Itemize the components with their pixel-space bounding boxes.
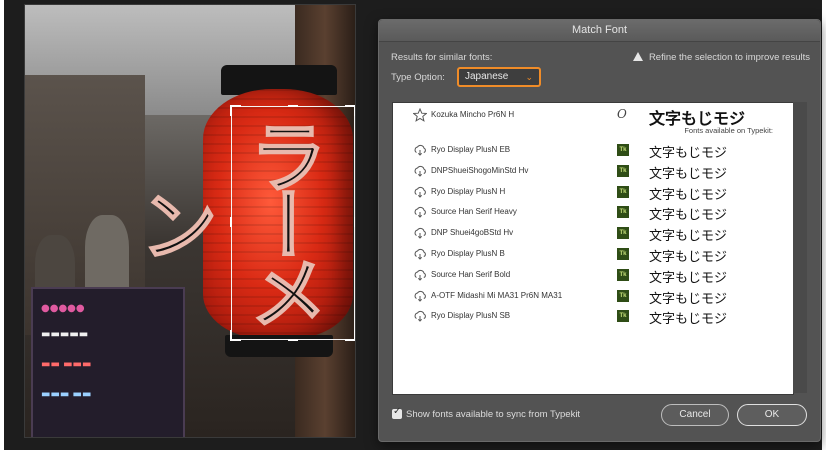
font-row-typekit[interactable]: Ryo Display PlusN H Tk 文字もじモジ <box>393 183 793 203</box>
type-option-value: Japanese <box>465 71 509 82</box>
selection-handle[interactable] <box>230 105 241 116</box>
selection-handle[interactable] <box>345 330 355 341</box>
cloud-sync-icon[interactable] <box>413 268 427 282</box>
cloud-sync-icon[interactable] <box>413 309 427 323</box>
font-name: Ryo Display PlusN H <box>431 186 506 196</box>
font-name: A-OTF Midashi Mi MA31 Pr6N MA31 <box>431 290 563 300</box>
selection-handle[interactable] <box>345 105 355 116</box>
font-name: Source Han Serif Bold <box>431 269 511 279</box>
typekit-badge-icon: Tk <box>617 248 629 260</box>
font-name: Ryo Display PlusN B <box>431 249 505 258</box>
font-name: DNP Shuei4goBStd Hv <box>431 228 514 238</box>
font-name: Ryo Display PlusN SB <box>431 311 511 321</box>
cloud-sync-icon[interactable] <box>413 226 427 240</box>
font-preview: 文字もじモジ <box>649 270 728 286</box>
font-preview: 文字もじモジ <box>649 250 728 265</box>
selection-handle[interactable] <box>230 217 232 227</box>
font-row-typekit[interactable]: Source Han Serif Bold Tk 文字もじモジ <box>393 266 793 286</box>
canvas-photo[interactable]: ●●●●● ▬▬▬▬▬ ▬▬ ▬▬▬ ▬▬▬ ▬▬ ラーメン <box>24 4 356 438</box>
font-name: DNPShueiShogoMinStd Hv <box>431 165 529 175</box>
star-icon[interactable] <box>413 108 427 122</box>
font-name: Source Han Serif Heavy <box>431 207 517 217</box>
typekit-badge-icon: Tk <box>617 289 629 302</box>
cloud-sync-icon[interactable] <box>413 205 427 219</box>
type-option-label: Type Option: <box>391 72 445 83</box>
font-preview: 文字もじモジ <box>649 166 728 182</box>
font-results-list[interactable]: Kozuka Mincho Pr6N H O 文字もじモジ Fonts avai… <box>392 102 794 395</box>
font-row-typekit[interactable]: Ryo Display PlusN B Tk 文字もじモジ <box>393 245 793 265</box>
text-selection-box[interactable] <box>230 105 355 341</box>
show-typekit-label: Show fonts available to sync from Typeki… <box>406 409 581 420</box>
font-preview: 文字もじモジ <box>649 208 728 224</box>
typekit-badge-icon: Tk <box>617 227 629 240</box>
chevron-down-icon: ⌄ <box>525 72 533 82</box>
type-option-select[interactable]: Japanese ⌄ <box>457 67 541 87</box>
cloud-sync-icon[interactable] <box>413 185 427 199</box>
font-preview: 文字もじモジ <box>649 146 728 161</box>
typekit-badge-icon: Tk <box>617 268 629 281</box>
font-preview: 文字もじモジ <box>649 187 728 203</box>
list-scroll-track[interactable] <box>793 102 807 393</box>
photo-signboard: ●●●●● ▬▬▬▬▬ ▬▬ ▬▬▬ ▬▬▬ ▬▬ <box>31 287 185 437</box>
font-name: Kozuka Mincho Pr6N H <box>431 110 515 119</box>
ok-button[interactable]: OK <box>737 404 807 426</box>
dialog-title: Match Font <box>379 20 820 42</box>
selection-handle[interactable] <box>288 339 298 341</box>
font-preview: 文字もじモジ <box>649 312 728 328</box>
opentype-icon: O <box>617 107 627 121</box>
font-row-typekit[interactable]: Ryo Display PlusN SB Tk 文字もじモジ <box>393 307 793 327</box>
typekit-header: Fonts available on Typekit: <box>684 126 773 135</box>
show-typekit-checkbox[interactable] <box>392 406 402 419</box>
font-row-typekit[interactable]: DNP Shuei4goBStd Hv Tk 文字もじモジ <box>393 224 793 244</box>
selection-handle[interactable] <box>354 217 355 227</box>
typekit-badge-icon: Tk <box>617 164 629 177</box>
font-preview: 文字もじモジ <box>649 229 728 245</box>
font-row-typekit[interactable]: Source Han Serif Heavy Tk 文字もじモジ <box>393 203 793 223</box>
typekit-badge-icon: Tk <box>617 144 629 156</box>
font-row-typekit[interactable]: Ryo Display PlusN EB Tk 文字もじモジ <box>393 141 793 161</box>
results-label: Results for similar fonts: <box>391 52 493 63</box>
cancel-button[interactable]: Cancel <box>661 404 729 426</box>
refine-hint-text: Refine the selection to improve results <box>648 52 810 63</box>
cloud-sync-icon[interactable] <box>413 247 427 261</box>
font-row-typekit[interactable]: DNPShueiShogoMinStd Hv Tk 文字もじモジ <box>393 162 793 182</box>
typekit-badge-icon: Tk <box>617 185 629 198</box>
selection-handle[interactable] <box>230 330 241 341</box>
typekit-badge-icon: Tk <box>617 206 629 219</box>
cloud-sync-icon[interactable] <box>413 143 427 157</box>
cloud-sync-icon[interactable] <box>413 164 427 178</box>
font-row-typekit[interactable]: A-OTF Midashi Mi MA31 Pr6N MA31 Tk 文字もじモジ <box>393 287 793 307</box>
cloud-sync-icon[interactable] <box>413 289 427 303</box>
refine-hint: Refine the selection to improve results <box>632 52 810 63</box>
font-preview: 文字もじモジ <box>649 291 728 307</box>
font-row-installed[interactable]: Kozuka Mincho Pr6N H O 文字もじモジ <box>393 106 793 128</box>
selection-handle[interactable] <box>288 105 298 107</box>
match-font-dialog: Match Font Results for similar fonts: Re… <box>378 19 821 442</box>
font-name: Ryo Display PlusN EB <box>431 145 511 154</box>
typekit-badge-icon: Tk <box>617 310 629 323</box>
warning-icon <box>632 52 643 61</box>
